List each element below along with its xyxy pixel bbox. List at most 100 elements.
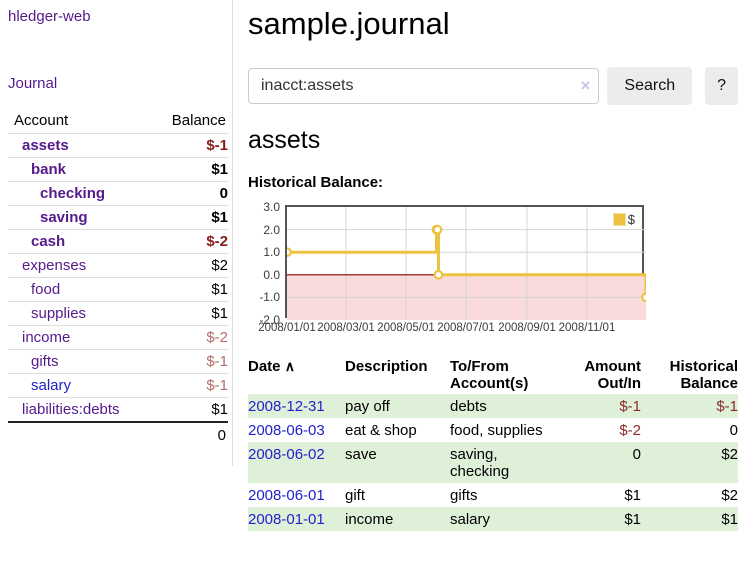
account-balance: $2 — [149, 254, 228, 278]
account-link-liabilities-debts[interactable]: liabilities:debts — [8, 401, 120, 418]
chart-legend: $ — [611, 211, 637, 228]
sidebar-item-journal[interactable]: Journal — [8, 75, 228, 92]
transaction-amount: $1 — [573, 507, 641, 531]
register-table: Date ∧ Description To/From Account(s) Am… — [248, 356, 738, 531]
account-link-gifts[interactable]: gifts — [8, 353, 59, 370]
accounts-header-balance: Balance — [149, 109, 228, 134]
account-balance: $-1 — [149, 134, 228, 158]
accounts-total-row: 0 — [8, 422, 228, 448]
account-link-saving[interactable]: saving — [8, 209, 88, 226]
search-button[interactable]: Search — [607, 67, 692, 105]
account-row: checking 0 — [8, 182, 228, 206]
x-axis-tick-label: 2008/01/01 — [258, 322, 316, 334]
transaction-description: pay off — [345, 394, 450, 418]
transaction-row: 2008-06-01giftgifts$1$2 — [248, 483, 738, 507]
account-link-income[interactable]: income — [8, 329, 70, 346]
transaction-date-link[interactable]: 2008-12-31 — [248, 398, 325, 415]
account-balance: $1 — [149, 278, 228, 302]
account-link-bank[interactable]: bank — [8, 161, 66, 178]
transaction-balance: $2 — [641, 442, 738, 483]
register-header-accounts: To/From Account(s) — [450, 356, 573, 394]
transaction-accounts: debts — [450, 394, 573, 418]
account-balance: $1 — [149, 158, 228, 182]
clear-search-icon[interactable]: × — [580, 76, 590, 96]
transaction-balance: $-1 — [641, 394, 738, 418]
account-row: cash $-2 — [8, 230, 228, 254]
search-form: × Search ? — [248, 67, 738, 105]
transaction-row: 2008-12-31pay offdebts$-1$-1 — [248, 394, 738, 418]
transaction-accounts: saving, checking — [450, 442, 573, 483]
transaction-date-link[interactable]: 2008-06-02 — [248, 446, 325, 463]
account-row: supplies $1 — [8, 302, 228, 326]
search-input[interactable] — [248, 68, 599, 104]
register-table-body: 2008-12-31pay offdebts$-1$-12008-06-03ea… — [248, 394, 738, 531]
account-heading: assets — [248, 126, 738, 155]
sort-ascending-icon: ∧ — [285, 358, 295, 374]
account-balance: $-1 — [149, 350, 228, 374]
register-header-amount: Amount Out/In — [573, 356, 641, 394]
x-axis-tick-label: 2008/07/01 — [437, 322, 495, 334]
legend-label: $ — [628, 212, 635, 227]
accounts-table-body: assets $-1 bank $1 checking 0 saving $1 cash $-2 e… — [8, 134, 228, 423]
transaction-row: 2008-06-02 savesaving, checking0$2 — [248, 442, 738, 483]
account-link-assets[interactable]: assets — [8, 137, 69, 154]
account-balance: $1 — [149, 398, 228, 423]
transaction-accounts: gifts — [450, 483, 573, 507]
chart-title: Historical Balance: — [248, 174, 738, 191]
transaction-balance: $1 — [641, 507, 738, 531]
transaction-amount: $-2 — [573, 418, 641, 442]
transaction-accounts: food, supplies — [450, 418, 573, 442]
register-header-description: Description — [345, 356, 450, 394]
chart-plot-area: $ — [285, 205, 644, 318]
account-link-checking[interactable]: checking — [8, 185, 105, 202]
register-header-date[interactable]: Date ∧ — [248, 356, 345, 394]
account-row: saving $1 — [8, 206, 228, 230]
transaction-amount: $1 — [573, 483, 641, 507]
account-link-salary[interactable]: salary — [8, 377, 71, 394]
main-content: sample.journal × Search ? assets Histori… — [248, 0, 738, 531]
transaction-amount: 0 — [573, 442, 641, 483]
transaction-description: income — [345, 507, 450, 531]
x-axis-tick-label: 2008/03/01 — [317, 322, 375, 334]
account-row: salary $-1 — [8, 374, 228, 398]
legend-swatch-icon — [613, 213, 626, 226]
accounts-header-account: Account — [8, 109, 149, 134]
account-row: income $-2 — [8, 326, 228, 350]
account-balance: 0 — [149, 182, 228, 206]
account-row: food $1 — [8, 278, 228, 302]
historical-balance-chart: $ 3.02.01.00.0-1.0-2.02008/01/012008/03/… — [248, 200, 738, 336]
chart-canvas — [287, 207, 646, 320]
transaction-date-link[interactable]: 2008-06-03 — [248, 422, 325, 439]
help-button[interactable]: ? — [705, 67, 738, 105]
transaction-accounts: salary — [450, 507, 573, 531]
y-axis-tick-label: 1.0 — [248, 245, 280, 259]
account-balance: $-1 — [149, 374, 228, 398]
y-axis-tick-label: -1.0 — [248, 290, 280, 304]
transaction-date-link[interactable]: 2008-01-01 — [248, 511, 325, 528]
account-row: gifts $-1 — [8, 350, 228, 374]
account-link-supplies[interactable]: supplies — [8, 305, 86, 322]
account-balance: $1 — [149, 206, 228, 230]
app-title-link[interactable]: hledger-web — [8, 8, 228, 25]
account-row: assets $-1 — [8, 134, 228, 158]
register-header-balance: Historical Balance — [641, 356, 738, 394]
transaction-row: 2008-06-03eat & shopfood, supplies$-20 — [248, 418, 738, 442]
accounts-table: Account Balance assets $-1 bank $1 checking 0… — [8, 109, 228, 448]
account-balance: $-2 — [149, 326, 228, 350]
account-row: liabilities:debts $1 — [8, 398, 228, 423]
transaction-description: gift — [345, 483, 450, 507]
account-balance: $1 — [149, 302, 228, 326]
account-link-food[interactable]: food — [8, 281, 60, 298]
x-axis-tick-label: 2008/09/01 — [498, 322, 556, 334]
transaction-description: eat & shop — [345, 418, 450, 442]
account-link-expenses[interactable]: expenses — [8, 257, 86, 274]
x-axis-tick-label: 2008/11/01 — [559, 322, 616, 334]
transaction-date-link[interactable]: 2008-06-01 — [248, 487, 325, 504]
account-link-cash[interactable]: cash — [8, 233, 65, 250]
y-axis-tick-label: 3.0 — [248, 200, 280, 214]
y-axis-tick-label: 0.0 — [248, 268, 280, 282]
transaction-description: save — [345, 442, 450, 483]
y-axis-tick-label: 2.0 — [248, 223, 280, 237]
account-row: bank $1 — [8, 158, 228, 182]
account-balance: $-2 — [149, 230, 228, 254]
